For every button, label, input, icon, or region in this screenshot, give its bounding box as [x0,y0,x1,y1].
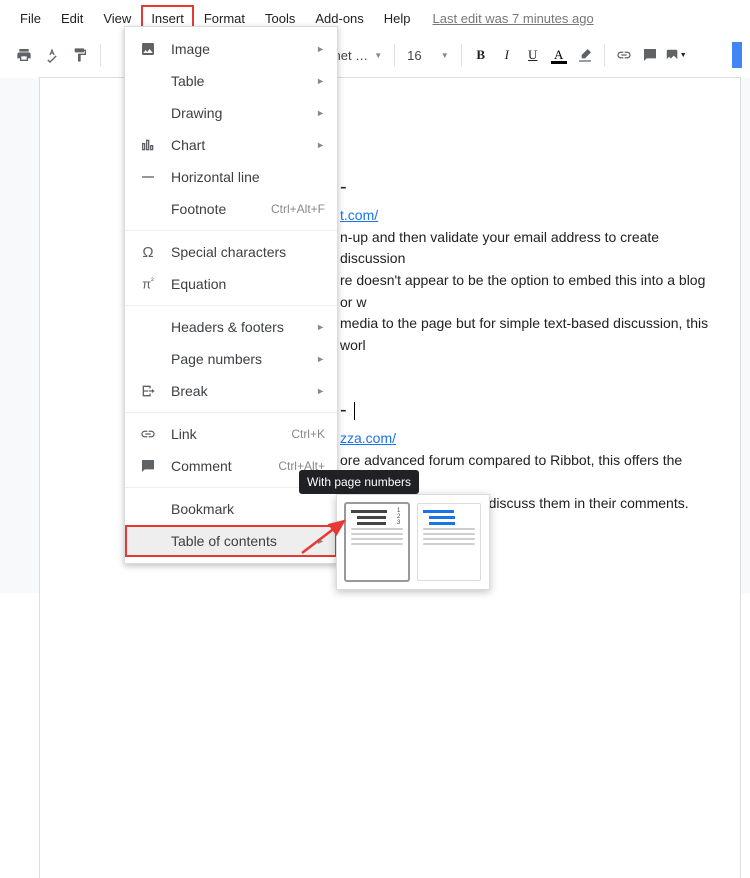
heading: - [340,395,720,426]
insert-menu-break[interactable]: Break ► [125,375,337,407]
tooltip: With page numbers [299,470,419,494]
submenu-arrow-icon: ► [316,354,325,364]
font-size-label: 16 [407,48,421,63]
spacer-icon [139,200,157,218]
menu-shortcut: Ctrl+K [291,427,325,441]
drawing-icon [139,104,157,122]
menubar: File Edit View Insert Format Tools Add-o… [0,0,750,34]
menu-item-label: Link [171,426,277,442]
chevron-down-icon: ▼ [680,51,687,59]
spacer-icon [139,318,157,336]
chart-icon [139,136,157,154]
last-edit-link[interactable]: Last edit was 7 minutes ago [433,11,594,26]
text-caret [354,402,355,420]
chevron-down-icon: ▼ [374,51,382,60]
insert-menu-table[interactable]: Table ► [125,65,337,97]
insert-menu-image[interactable]: Image ► [125,33,337,65]
insert-menu-chart[interactable]: Chart ► [125,129,337,161]
insert-menu-equation[interactable]: π² Equation [125,268,337,300]
font-size-select[interactable]: 16 ▼ [403,46,453,65]
submenu-arrow-icon: ► [316,322,325,332]
menu-item-label: Horizontal line [171,169,325,185]
menu-item-label: Table of contents [171,533,302,549]
hr-icon [139,168,157,186]
insert-menu-footnote[interactable]: Footnote Ctrl+Alt+F [125,193,337,225]
toc-with-blue-links[interactable] [417,503,481,581]
insert-menu-drawing[interactable]: Drawing ► [125,97,337,129]
table-of-contents-submenu: 1 2 3 [336,494,490,590]
toc-with-page-numbers[interactable]: 1 2 3 [345,503,409,581]
menu-item-label: Comment [171,458,264,474]
annotation-arrow [300,517,350,557]
menu-file[interactable]: File [10,5,51,32]
insert-menu-page-numbers[interactable]: Page numbers ► [125,343,337,375]
menu-item-label: Chart [171,137,302,153]
menu-item-label: Footnote [171,201,257,217]
toolbar-separator [100,44,101,66]
submenu-arrow-icon: ► [316,44,325,54]
spellcheck-icon[interactable] [40,43,64,67]
menu-item-label: Drawing [171,105,302,121]
doc-text: n-up and then validate your email addres… [340,229,659,267]
submenu-arrow-icon: ► [316,140,325,150]
text-color-button[interactable]: A [548,44,570,66]
underline-button[interactable]: U [522,44,544,66]
spacer-icon [139,532,157,550]
print-icon[interactable] [12,43,36,67]
menu-item-label: Bookmark [171,501,325,517]
menu-edit[interactable]: Edit [51,5,93,32]
comment-icon [139,457,157,475]
heading: - [340,172,720,203]
doc-text: re doesn't appear to be the option to em… [340,272,705,310]
toolbar-separator [604,44,605,66]
link-icon [139,425,157,443]
omega-icon: Ω [139,243,157,261]
submenu-arrow-icon: ► [316,76,325,86]
submenu-arrow-icon: ► [316,108,325,118]
spacer-icon [139,500,157,518]
toolbar-more-button[interactable] [732,42,742,68]
toolbar-separator [461,44,462,66]
break-icon [139,382,157,400]
menu-item-label: Equation [171,276,325,292]
insert-image-button[interactable]: ▼ [665,44,687,66]
italic-button[interactable]: I [496,44,518,66]
menu-item-label: Break [171,383,302,399]
doc-link-1[interactable]: t.com/ [340,207,378,223]
submenu-arrow-icon: ► [316,386,325,396]
menu-item-label: Table [171,73,302,89]
doc-link-2[interactable]: zza.com/ [340,430,396,446]
toolbar-separator [394,44,395,66]
paint-format-icon[interactable] [68,43,92,67]
insert-menu-headers-footers[interactable]: Headers & footers ► [125,311,337,343]
insert-menu-link[interactable]: Link Ctrl+K [125,418,337,450]
chevron-down-icon: ▼ [441,51,449,60]
pi-icon: π² [139,275,157,293]
menu-item-label: Special characters [171,244,325,260]
insert-menu-horizontal-line[interactable]: Horizontal line [125,161,337,193]
menu-item-label: Headers & footers [171,319,302,335]
toolbar: chet …▼ 16 ▼ B I U A ▼ [0,34,750,79]
insert-menu-special-characters[interactable]: Ω Special characters [125,236,337,268]
menu-help[interactable]: Help [374,5,421,32]
doc-text: media to the page but for simple text-ba… [340,315,708,353]
insert-link-button[interactable] [613,44,635,66]
highlight-color-button[interactable] [574,44,596,66]
menu-shortcut: Ctrl+Alt+F [271,202,325,216]
menu-item-label: Image [171,41,302,57]
image-icon [139,40,157,58]
table-icon [139,72,157,90]
spacer-icon [139,350,157,368]
menu-item-label: Page numbers [171,351,302,367]
bold-button[interactable]: B [470,44,492,66]
insert-comment-button[interactable] [639,44,661,66]
